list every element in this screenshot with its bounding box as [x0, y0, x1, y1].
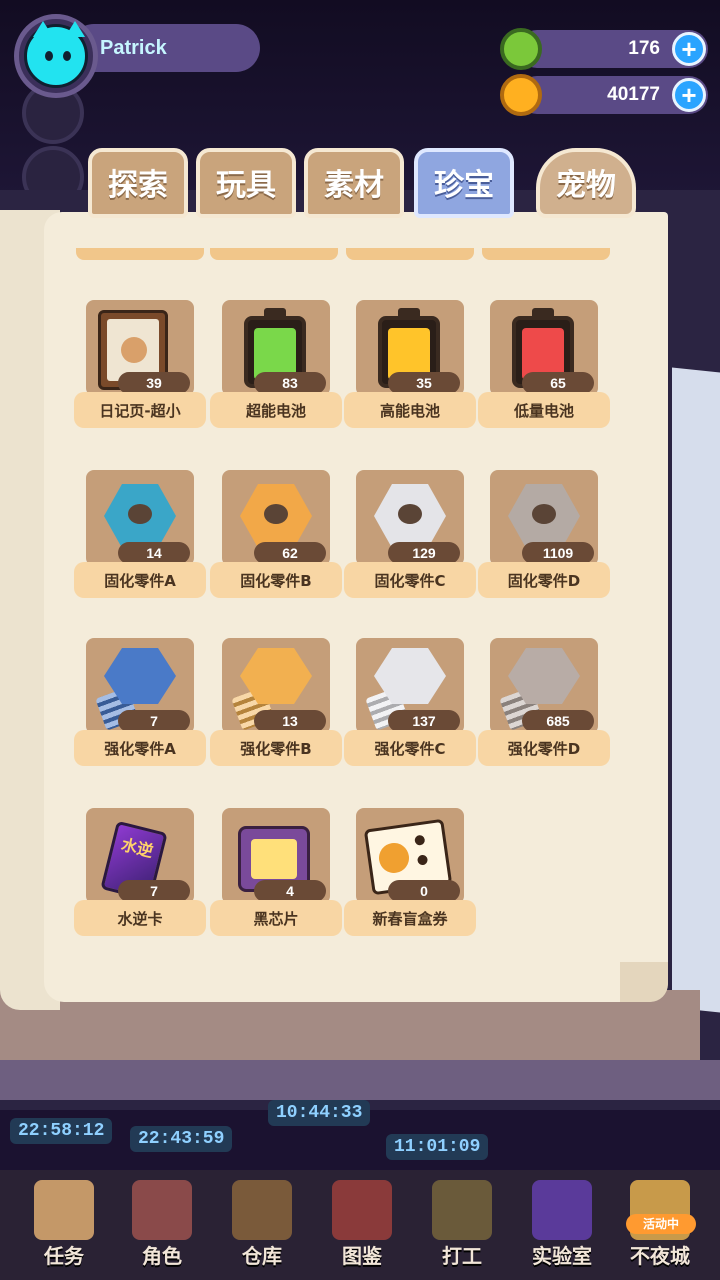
planet-value: 40177 — [607, 84, 660, 105]
timer: 22:43:59 — [130, 1126, 233, 1152]
item-slot[interactable]: 13 强化零件B — [210, 638, 342, 768]
item-name: 高能电池 — [344, 392, 476, 428]
catalog-icon — [332, 1180, 392, 1240]
item-count: 14 — [118, 542, 190, 564]
item-slot[interactable]: 39 日记页-超小 — [74, 300, 206, 430]
item-slot[interactable]: 0 新春盲盒券 — [344, 808, 476, 938]
item-count: 0 — [388, 880, 460, 902]
player-name: Patrick — [70, 24, 260, 72]
item-name: 低量电池 — [478, 392, 610, 428]
item-count: 7 — [118, 710, 190, 732]
avatar[interactable] — [24, 21, 88, 88]
previous-row-stub — [346, 248, 474, 260]
item-count: 62 — [254, 542, 326, 564]
task-icon — [34, 1180, 94, 1240]
item-name: 固化零件A — [74, 562, 206, 598]
nav-item[interactable]: 任务 — [14, 1180, 114, 1280]
tab-materials[interactable]: 素材 — [304, 148, 404, 218]
item-count: 35 — [388, 372, 460, 394]
item-count: 129 — [388, 542, 460, 564]
add-planet-button[interactable]: + — [672, 78, 706, 112]
item-name: 固化零件B — [210, 562, 342, 598]
item-slot[interactable]: 83 超能电池 — [210, 300, 342, 430]
item-name: 水逆卡 — [74, 900, 206, 936]
planet-currency: 40177 + — [500, 74, 708, 116]
item-slot[interactable]: 1109 固化零件D — [478, 470, 610, 600]
donut-icon — [500, 28, 542, 70]
item-name: 强化零件C — [344, 730, 476, 766]
item-count: 13 — [254, 710, 326, 732]
nav-label: 角色 — [142, 1244, 182, 1268]
item-name: 黑芯片 — [210, 900, 342, 936]
nav-item[interactable]: 角色 — [112, 1180, 212, 1280]
nav-label: 实验室 — [532, 1244, 592, 1268]
nav-label: 不夜城 — [630, 1244, 690, 1268]
add-donut-button[interactable]: + — [672, 32, 706, 66]
character-icon — [132, 1180, 192, 1240]
tab-toys[interactable]: 玩具 — [196, 148, 296, 218]
item-slot[interactable]: 65 低量电池 — [478, 300, 610, 430]
previous-row-stub — [482, 248, 610, 260]
item-count: 1109 — [522, 542, 594, 564]
nav-label: 图鉴 — [342, 1244, 382, 1268]
item-name: 固化零件C — [344, 562, 476, 598]
item-count: 65 — [522, 372, 594, 394]
item-slot[interactable]: 685 强化零件D — [478, 638, 610, 768]
item-slot[interactable]: 62 固化零件B — [210, 470, 342, 600]
tab-explore[interactable]: 探索 — [88, 148, 188, 218]
nav-item[interactable]: 图鉴 — [312, 1180, 412, 1280]
nav-item[interactable]: 实验室 — [512, 1180, 612, 1280]
event-badge: 活动中 — [626, 1214, 696, 1234]
lab-icon — [532, 1180, 592, 1240]
item-slot[interactable]: 7 强化零件A — [74, 638, 206, 768]
item-name: 固化零件D — [478, 562, 610, 598]
item-slot[interactable]: 4 黑芯片 — [210, 808, 342, 938]
item-name: 超能电池 — [210, 392, 342, 428]
item-slot[interactable]: 137 强化零件C — [344, 638, 476, 768]
work-icon — [432, 1180, 492, 1240]
warehouse-icon — [232, 1180, 292, 1240]
item-slot[interactable]: 35 高能电池 — [344, 300, 476, 430]
donut-currency: 176 + — [500, 28, 708, 70]
item-slot[interactable]: 14 固化零件A — [74, 470, 206, 600]
tab-pets[interactable]: 宠物 — [536, 148, 636, 218]
timer: 11:01:09 — [386, 1134, 489, 1160]
item-name: 新春盲盒券 — [344, 900, 476, 936]
book-spine — [0, 1060, 720, 1100]
item-count: 83 — [254, 372, 326, 394]
nav-label: 仓库 — [242, 1244, 282, 1268]
item-name: 强化零件D — [478, 730, 610, 766]
item-name: 日记页-超小 — [74, 392, 206, 428]
timer: 22:58:12 — [10, 1118, 113, 1144]
item-slot[interactable]: 129 固化零件C — [344, 470, 476, 600]
item-name: 强化零件A — [74, 730, 206, 766]
page-corner[interactable] — [620, 962, 668, 1002]
item-count: 685 — [522, 710, 594, 732]
page-decoration — [672, 367, 720, 1013]
item-count: 4 — [254, 880, 326, 902]
planet-icon — [500, 74, 542, 116]
previous-row-stub — [76, 248, 204, 260]
tab-treasures[interactable]: 珍宝 — [414, 148, 514, 218]
item-count: 7 — [118, 880, 190, 902]
nav-label: 打工 — [442, 1244, 482, 1268]
item-count: 137 — [388, 710, 460, 732]
item-slot[interactable]: 水逆 7 水逆卡 — [74, 808, 206, 938]
item-count: 39 — [118, 372, 190, 394]
timer: 10:44:33 — [268, 1100, 371, 1126]
nav-label: 任务 — [44, 1244, 84, 1268]
donut-value: 176 — [628, 38, 660, 59]
nav-item[interactable]: 打工 — [412, 1180, 512, 1280]
previous-row-stub — [210, 248, 338, 260]
item-name: 强化零件B — [210, 730, 342, 766]
nav-item[interactable]: 仓库 — [212, 1180, 312, 1280]
